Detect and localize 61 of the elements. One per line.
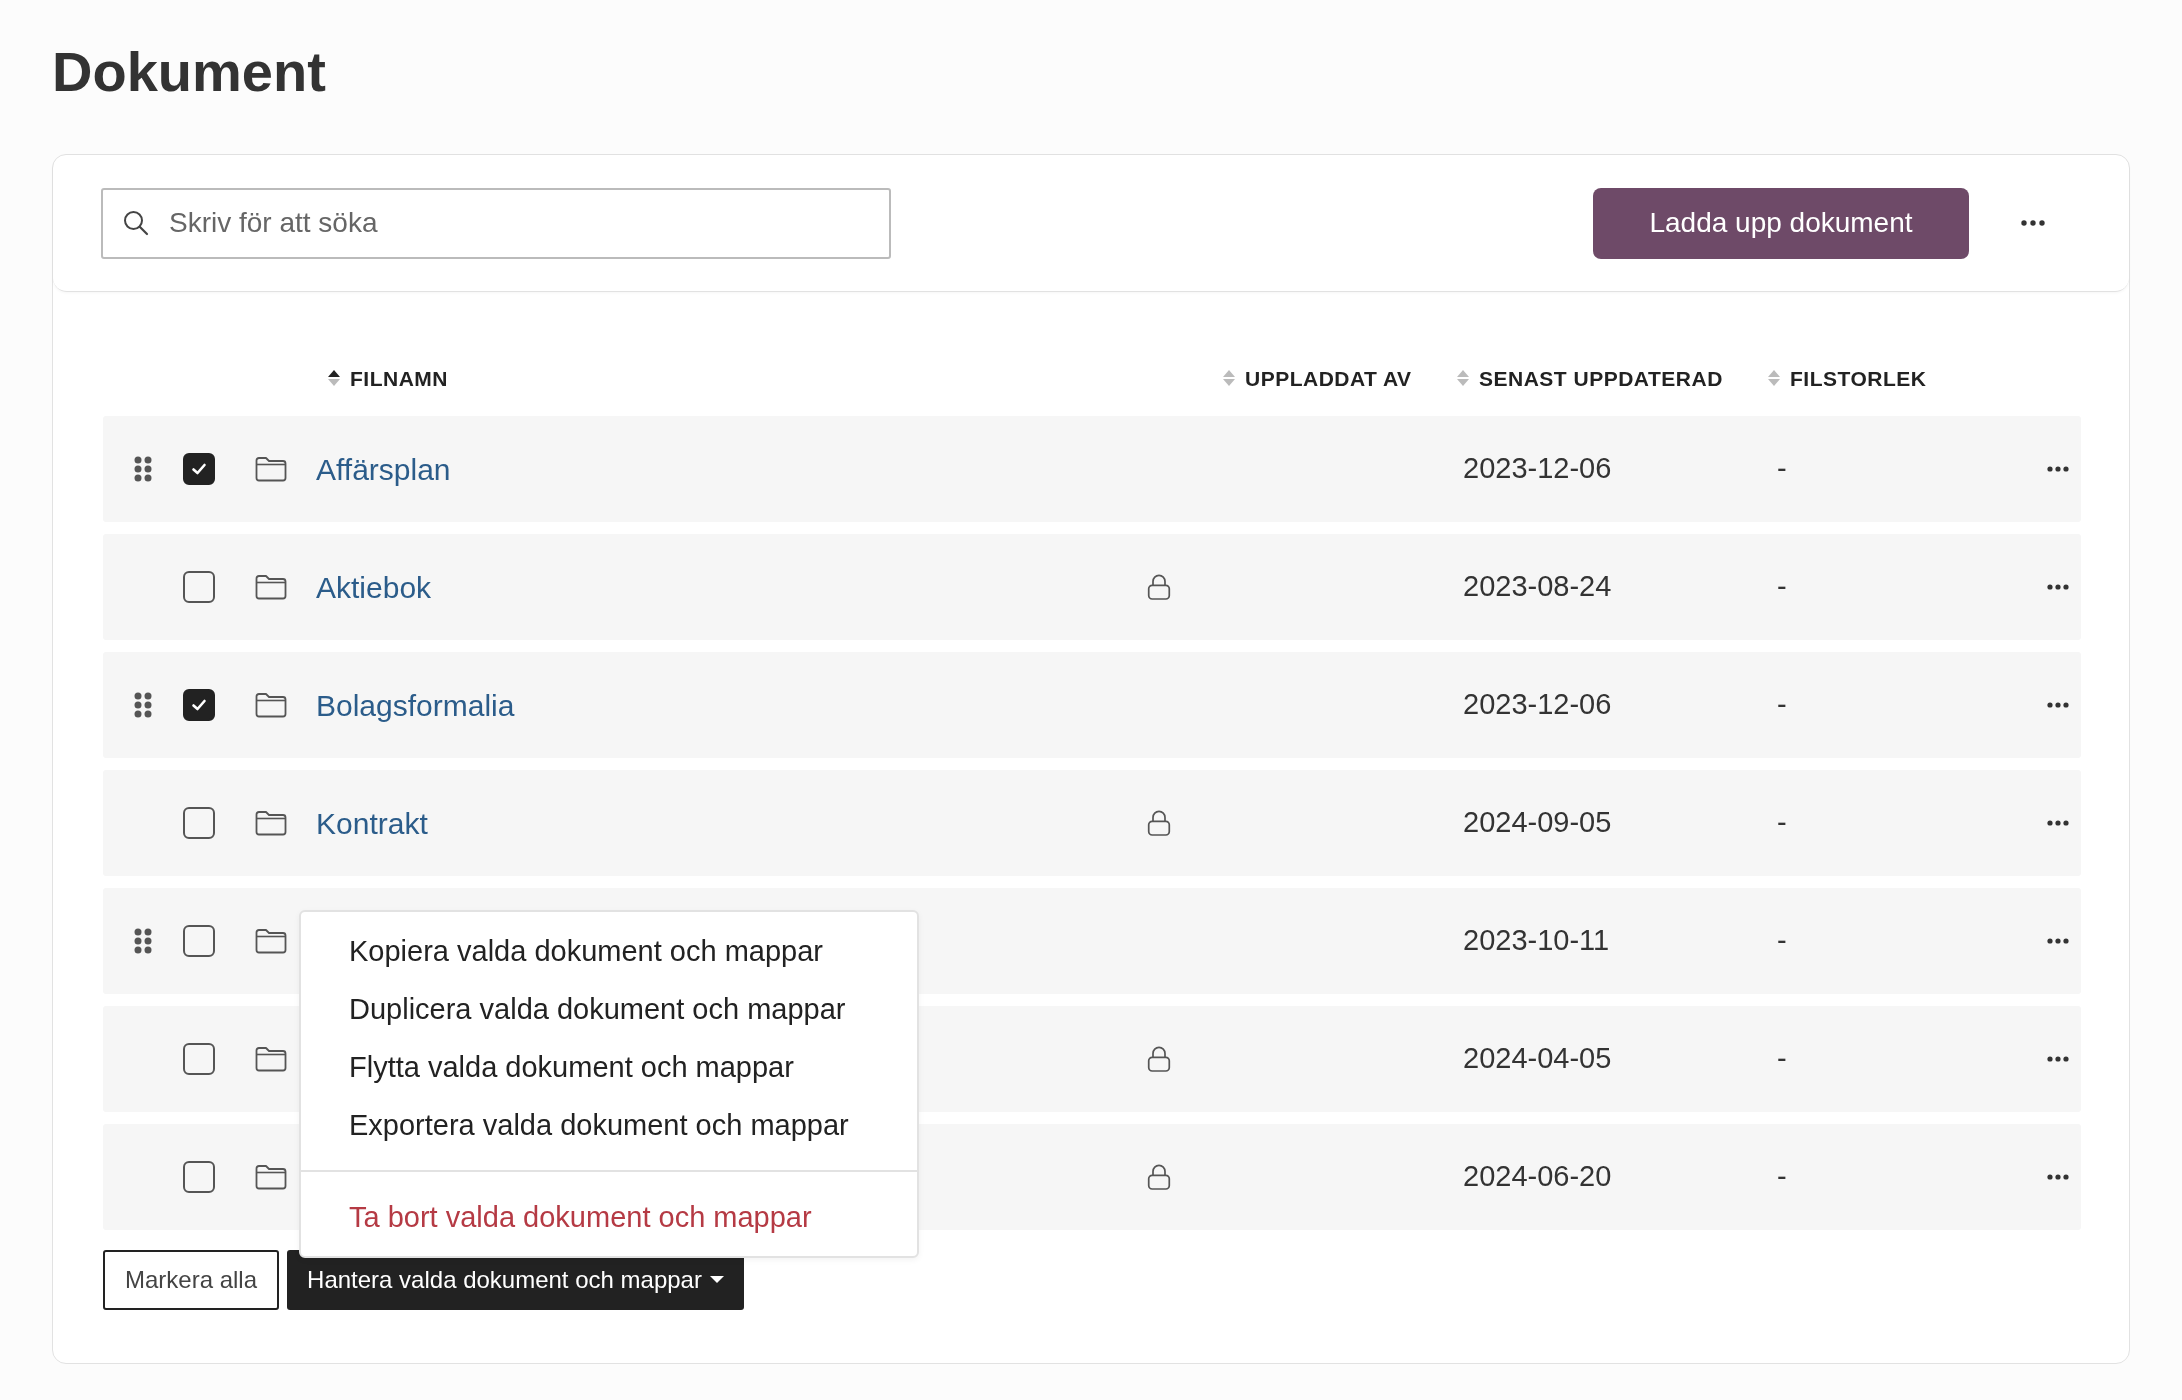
folder-icon [255,928,287,954]
ellipsis-icon [2047,1174,2069,1180]
page-title: Dokument [52,39,327,105]
drag-handle-icon[interactable] [134,456,152,482]
menu-item[interactable]: Flytta valda dokument och mappar [301,1038,917,1096]
checkbox[interactable] [183,1043,215,1075]
size-cell-text: - [1777,451,1787,487]
folder-icon [255,1046,287,1072]
search-icon [123,210,149,236]
size-cell-text: - [1777,569,1787,605]
size-cell-text: - [1777,805,1787,841]
checkmark-icon [190,461,208,477]
date-cell-text: 2023-08-24 [1463,569,1612,605]
folder-link[interactable]: Bolagsformalia [316,688,515,722]
checkbox[interactable] [183,689,215,721]
ellipsis-icon [2047,584,2069,590]
date-cell-text: 2023-12-06 [1463,687,1612,723]
checkbox[interactable] [183,1161,215,1193]
table-row[interactable]: Kontrakt 2024-09-05 - [103,770,2081,876]
folder-icon [255,456,287,482]
folder-link[interactable]: Affärsplan [316,452,451,486]
date-cell-text: 2023-12-06 [1463,451,1612,487]
ellipsis-icon [2047,702,2069,708]
table-row[interactable]: Aktiebok 2023-08-24 - [103,534,2081,640]
ellipsis-icon [2047,938,2069,944]
folder-link[interactable]: Aktiebok [316,570,432,604]
search-field[interactable]: Skriv för att söka [101,187,891,259]
column-header[interactable]: FILSTORLEK [1790,362,1927,394]
size-cell-text: - [1777,923,1787,959]
table-row[interactable]: Bolagsformalia 2023-12-06 - [103,652,2081,758]
column-header[interactable]: SENAST UPPDATERAD [1479,362,1723,394]
drag-handle-icon[interactable] [134,928,152,954]
folder-icon [255,1164,287,1190]
ellipsis-icon [2047,820,2069,826]
checkmark-icon [190,697,208,713]
menu-item[interactable]: Kopiera valda dokument och mappar [301,922,917,980]
table-row[interactable]: Affärsplan 2023-12-06 - [103,416,2081,522]
date-cell-text: 2024-04-05 [1463,1041,1612,1077]
checkbox[interactable] [183,453,215,485]
size-cell-text: - [1777,1159,1787,1195]
search-input[interactable]: Skriv för att söka [167,201,869,245]
size-cell-text: - [1777,1041,1787,1077]
ellipsis-icon [2047,466,2069,472]
drag-handle-icon[interactable] [134,692,152,718]
column-header[interactable]: UPPLADDAT AV [1245,362,1412,394]
checkbox[interactable] [183,925,215,957]
column-header[interactable]: FILNAMN [350,362,448,394]
upload-button[interactable]: Ladda upp dokument [1593,187,1969,259]
ellipsis-icon [2021,220,2045,226]
folder-link[interactable]: Kontrakt [316,806,428,840]
folder-icon [255,692,287,718]
checkbox[interactable] [183,571,215,603]
checkbox[interactable] [183,807,215,839]
folder-icon [255,574,287,600]
date-cell-text: 2024-09-05 [1463,805,1612,841]
size-cell-text: - [1777,687,1787,723]
folder-icon [255,810,287,836]
ellipsis-icon [2047,1056,2069,1062]
date-cell-text: 2023-10-11 [1463,923,1610,959]
date-cell-text: 2024-06-20 [1463,1159,1612,1195]
select-all-button[interactable]: Markera alla [103,1250,280,1310]
